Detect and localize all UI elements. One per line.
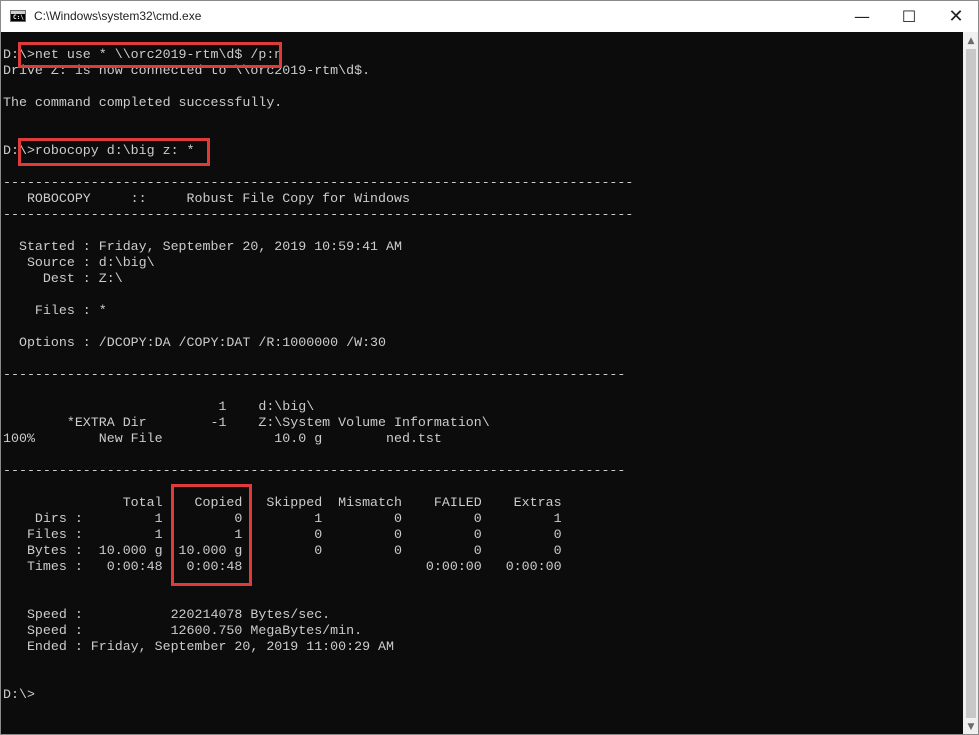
console-line: Drive Z: is now connected to \\orc2019-r…: [3, 63, 371, 78]
console-line: Speed : 220214078 Bytes/sec.: [3, 607, 331, 622]
console-line: Speed : 12600.750 MegaBytes/min.: [3, 623, 363, 638]
console-line: D:\>: [3, 687, 35, 702]
console-line: Started : Friday, September 20, 2019 10:…: [3, 239, 402, 254]
console-line: Ended : Friday, September 20, 2019 11:00…: [3, 639, 394, 654]
console-output[interactable]: D:\>net use * \\orc2019-rtm\d$ /p:n Drive…: [1, 32, 963, 734]
scrollbar-thumb[interactable]: [966, 49, 976, 718]
console-line: Bytes : 10.000 g 10.000 g 0 0 0 0: [3, 543, 562, 558]
console-line: ROBOCOPY :: Robust File Copy for Windows: [3, 191, 410, 206]
window-title: C:\Windows\system32\cmd.exe: [34, 9, 202, 23]
console-line: Dest : Z:\: [3, 271, 123, 286]
console-line: ----------------------------------------…: [3, 175, 634, 190]
console-line: Files : *: [3, 303, 107, 318]
console-line: *EXTRA Dir -1 Z:\System Volume Informati…: [3, 415, 490, 430]
console-line: 1 d:\big\: [3, 399, 315, 414]
console-line: The command completed successfully.: [3, 95, 283, 110]
console-line: ----------------------------------------…: [3, 207, 634, 222]
minimize-button[interactable]: —: [839, 1, 885, 32]
vertical-scrollbar[interactable]: ▲ ▼: [963, 32, 978, 734]
cmd-icon-glyph: C:\: [13, 14, 24, 21]
console-line: Source : d:\big\: [3, 255, 155, 270]
console-line: D:\>robocopy d:\big z: *: [3, 143, 195, 158]
close-button[interactable]: ✕: [933, 1, 978, 32]
scroll-up-arrow-icon[interactable]: ▲: [963, 32, 978, 49]
scroll-down-arrow-icon[interactable]: ▼: [963, 718, 978, 734]
console-line: D:\>net use * \\orc2019-rtm\d$ /p:n: [3, 47, 283, 62]
cmd-window: C:\ C:\Windows\system32\cmd.exe — ☐ ✕ D:…: [0, 0, 979, 735]
title-bar[interactable]: C:\ C:\Windows\system32\cmd.exe — ☐ ✕: [1, 1, 978, 33]
console-line: Times : 0:00:48 0:00:48 0:00:00 0:00:00: [3, 559, 562, 574]
console-line: Dirs : 1 0 1 0 0 1: [3, 511, 562, 526]
console-line: Options : /DCOPY:DA /COPY:DAT /R:1000000…: [3, 335, 387, 350]
console-line: Files : 1 1 0 0 0 0: [3, 527, 562, 542]
maximize-button[interactable]: ☐: [886, 1, 932, 32]
console-line: 100% New File 10.0 g ned.tst: [3, 431, 442, 446]
console-line: ----------------------------------------…: [3, 463, 626, 478]
console-line: ----------------------------------------…: [3, 367, 626, 382]
cmd-app-icon[interactable]: C:\: [10, 10, 26, 22]
console-line: Total Copied Skipped Mismatch FAILED Ext…: [3, 495, 562, 510]
